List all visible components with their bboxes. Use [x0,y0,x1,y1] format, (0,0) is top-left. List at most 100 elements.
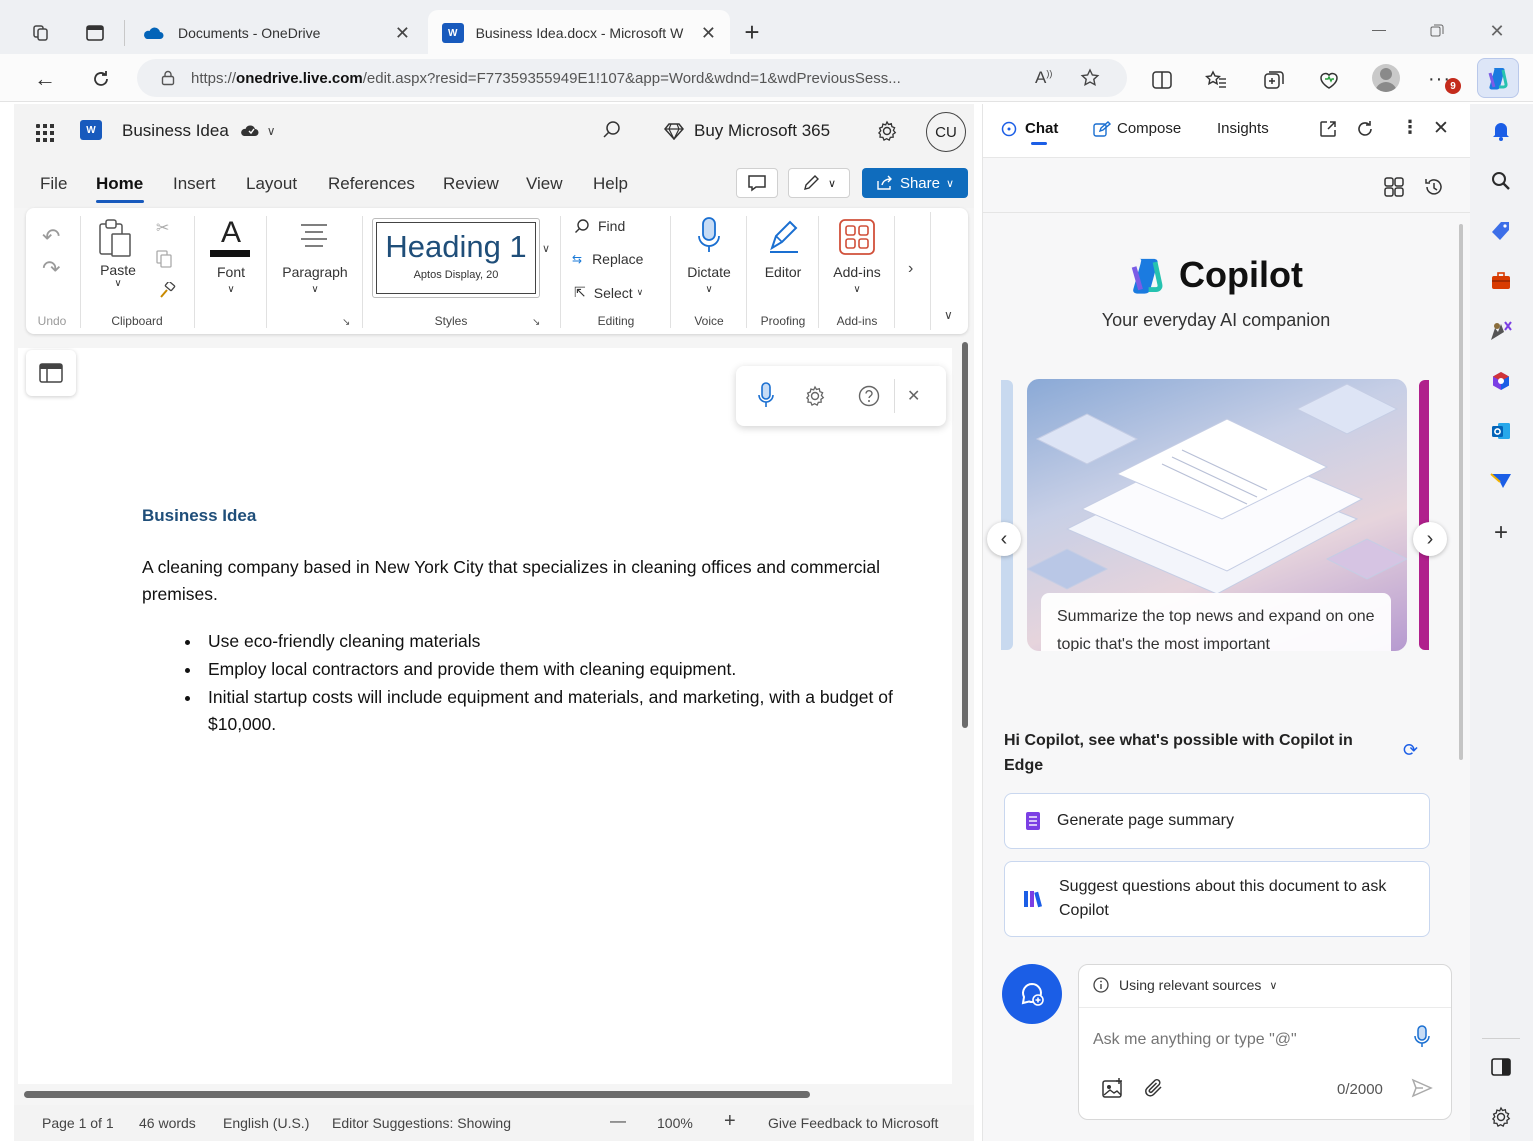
tab-review[interactable]: Review [443,174,499,194]
tab-view[interactable]: View [526,174,563,194]
close-tab-icon[interactable]: ✕ [701,23,716,44]
restore-button[interactable] [1428,22,1446,40]
attachment-icon[interactable] [1143,1077,1165,1099]
tab-help[interactable]: Help [593,174,628,194]
shopping-tag-icon[interactable] [1486,216,1516,246]
undo-icon[interactable]: ↶ [42,224,60,250]
back-button[interactable]: ← [32,66,58,92]
app-launcher-icon[interactable] [36,124,54,142]
replace-button[interactable]: ⇆ Replace [572,251,643,267]
dictation-settings-icon[interactable] [804,385,826,407]
browser-essentials-icon[interactable] [1316,68,1342,92]
pane-scrollbar[interactable] [1459,224,1463,760]
collections-icon[interactable] [1262,68,1286,92]
tab-file[interactable]: File [40,174,67,194]
style-heading-1[interactable]: Heading 1 Aptos Display, 20 [372,218,540,298]
editing-mode-button[interactable]: ∨ [788,168,850,198]
search-icon[interactable] [602,120,622,140]
document-name-button[interactable]: Business Idea ∨ [122,121,276,141]
document-canvas[interactable]: ✕ Business Idea A cleaning company based… [18,348,952,1084]
close-tab-icon[interactable]: ✕ [395,23,410,44]
styles-gallery-chevron-icon[interactable]: ∨ [542,242,550,255]
redo-icon[interactable]: ↷ [42,256,60,282]
navigation-pane-button[interactable] [26,350,76,396]
tab-references[interactable]: References [328,174,415,194]
help-icon[interactable] [858,385,880,407]
drop-send-icon[interactable] [1486,466,1516,496]
tab-compose[interactable]: Compose [1093,120,1181,137]
select-button[interactable]: ⇱ Select ∨ [574,284,643,301]
find-button[interactable]: Find [574,218,625,234]
addins-button[interactable] [838,218,876,256]
account-avatar[interactable]: CU [926,112,966,152]
cut-icon[interactable]: ✂ [156,218,169,238]
dialog-launcher-icon[interactable]: ↘ [342,317,350,328]
refresh-button[interactable] [88,66,114,92]
zoom-level[interactable]: 100% [657,1115,693,1131]
suggestion-generate-summary[interactable]: Generate page summary [1004,793,1430,849]
settings-gear-icon[interactable] [876,120,898,142]
tab-chat[interactable]: Chat [1001,120,1058,137]
close-pane-icon[interactable]: ✕ [1433,117,1449,140]
copy-icon[interactable] [156,250,172,268]
notifications-bell-icon[interactable] [1486,116,1516,146]
split-screen-icon[interactable] [1150,68,1174,92]
outlook-icon[interactable] [1486,416,1516,446]
editor-button[interactable] [764,216,804,256]
chat-input[interactable] [1093,1027,1393,1053]
paste-button[interactable]: Paste ∨ [96,218,140,298]
buy-microsoft-365-button[interactable]: Buy Microsoft 365 [664,121,830,141]
close-dictation-icon[interactable]: ✕ [907,386,920,406]
microsoft-365-icon[interactable] [1486,366,1516,396]
more-options-icon[interactable]: ⋮ [1401,117,1419,138]
refresh-suggestions-icon[interactable]: ⟳ [1403,740,1418,761]
page-count[interactable]: Page 1 of 1 [42,1115,114,1131]
paragraph-group[interactable]: Paragraph ∨ ↘ [270,208,360,334]
tab-insights[interactable]: Insights [1217,120,1269,137]
favorites-icon[interactable] [1204,68,1228,92]
close-window-button[interactable]: ✕ [1486,20,1508,42]
expand-ribbon-icon[interactable]: ∨ [944,308,953,322]
add-sidebar-app-icon[interactable]: + [1486,518,1516,548]
sources-selector[interactable]: Using relevant sources ∨ [1093,977,1277,993]
copilot-toggle-button[interactable] [1477,58,1519,98]
favorite-star-icon[interactable] [1080,68,1100,88]
read-aloud-icon[interactable]: A)) [1035,68,1052,88]
carousel-next-button[interactable]: › [1413,522,1447,556]
editor-suggestions-status[interactable]: Editor Suggestions: Showing [332,1115,511,1131]
new-tab-button[interactable]: + [738,17,766,47]
language-indicator[interactable]: English (U.S.) [223,1115,309,1131]
vertical-scrollbar[interactable] [962,342,968,728]
hide-sidebar-icon[interactable] [1486,1052,1516,1082]
horizontal-scrollbar[interactable] [24,1091,810,1098]
zoom-out-button[interactable]: — [610,1113,626,1131]
tab-word[interactable]: W Business Idea.docx - Microsoft W ✕ [428,10,730,56]
sidebar-settings-gear-icon[interactable] [1486,1102,1516,1132]
image-upload-icon[interactable] [1101,1077,1125,1099]
voice-input-icon[interactable] [1413,1025,1431,1049]
tab-insert[interactable]: Insert [173,174,216,194]
document-body[interactable]: Business Idea A cleaning company based i… [142,506,902,738]
url-field[interactable]: https://onedrive.live.com/edit.aspx?resi… [137,59,1127,97]
search-icon[interactable] [1486,166,1516,196]
suggestion-ask-questions[interactable]: Suggest questions about this document to… [1004,861,1430,937]
send-icon[interactable] [1411,1078,1433,1098]
dialog-launcher-icon[interactable]: ↘ [532,317,540,328]
tab-actions-icon[interactable] [84,22,106,44]
word-count[interactable]: 46 words [139,1115,196,1131]
tab-layout[interactable]: Layout [246,174,297,194]
ribbon-scroll-right-icon[interactable]: › [908,260,913,278]
refresh-icon[interactable] [1356,120,1374,138]
share-button[interactable]: Share ∨ [862,168,968,198]
profile-avatar[interactable] [1372,64,1400,92]
suggestion-card[interactable]: Summarize the top news and expand on one… [1027,379,1407,651]
feedback-link[interactable]: Give Feedback to Microsoft [768,1115,938,1131]
format-painter-icon[interactable] [158,282,176,300]
tab-home[interactable]: Home [96,174,143,194]
minimize-button[interactable] [1372,30,1386,31]
comments-button[interactable] [736,168,778,198]
plugins-icon[interactable] [1383,176,1405,198]
new-topic-button[interactable] [1002,964,1062,1024]
open-in-new-tab-icon[interactable] [1319,120,1337,138]
carousel-prev-button[interactable]: ‹ [987,522,1021,556]
